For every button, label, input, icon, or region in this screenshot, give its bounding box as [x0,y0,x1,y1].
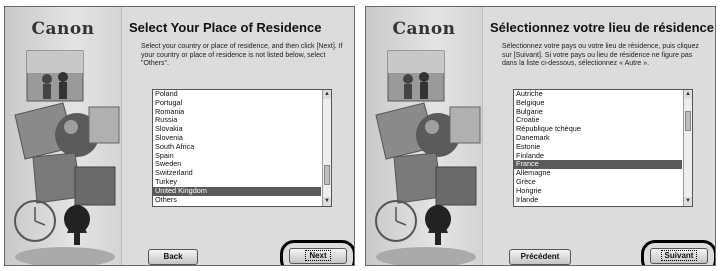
scroll-down-arrow-icon[interactable]: ▼ [323,197,331,206]
scroll-up-arrow-icon[interactable]: ▲ [684,90,692,99]
residence-listbox[interactable]: Poland Portugal Romania Russia Slovakia Slove… [152,89,332,207]
list-item[interactable]: Switzerland [153,168,321,178]
back-button[interactable]: Back [148,249,198,265]
list-item[interactable]: Romania [153,107,321,117]
instructions-text: Select your country or place of residenc… [141,43,343,67]
page-title: Select Your Place of Residence [129,20,322,35]
listbox-scrollbar[interactable]: ▲ ▼ [322,90,331,206]
scroll-thumb[interactable] [324,164,330,185]
installer-window-english: Canon Select Your Place of Residence Sel… [4,6,355,266]
scroll-up-arrow-icon[interactable]: ▲ [323,90,331,99]
next-button[interactable]: Next [289,248,347,264]
list-item[interactable]: Allemagne [514,168,682,178]
residence-listbox[interactable]: Autriche Belgique Bulgarie Croatie Républiqu… [513,89,693,207]
sidebar-collage: Canon [366,7,483,265]
list-item[interactable]: South Africa [153,142,321,152]
list-item[interactable]: United Kingdom [153,186,321,196]
listbox-items: Poland Portugal Romania Russia Slovakia Slove… [153,90,321,206]
list-item[interactable]: Irlande [514,195,682,205]
listbox-scrollbar[interactable]: ▲ ▼ [683,90,692,206]
photo-collage-image [14,50,120,265]
scroll-down-arrow-icon[interactable]: ▼ [684,197,692,206]
instructions-text: Sélectionnez votre pays ou votre lieu de… [502,43,699,67]
sidebar-collage: Canon [5,7,122,265]
list-item[interactable]: Hongrie [514,186,682,196]
installer-window-french: Canon Sélectionnez votre lieu de résiden… [365,6,716,266]
next-button-label: Suivant [660,250,698,261]
list-item[interactable]: Finlande [514,151,682,161]
listbox-items: Autriche Belgique Bulgarie Croatie Républiqu… [514,90,682,206]
next-button[interactable]: Suivant [650,248,708,264]
back-button[interactable]: Précédent [509,249,571,265]
scroll-thumb[interactable] [685,111,691,132]
page-title: Sélectionnez votre lieu de résidence [490,20,714,35]
photo-collage-image [375,50,481,265]
next-button-label: Next [305,250,331,261]
list-item[interactable]: Others [153,195,321,205]
